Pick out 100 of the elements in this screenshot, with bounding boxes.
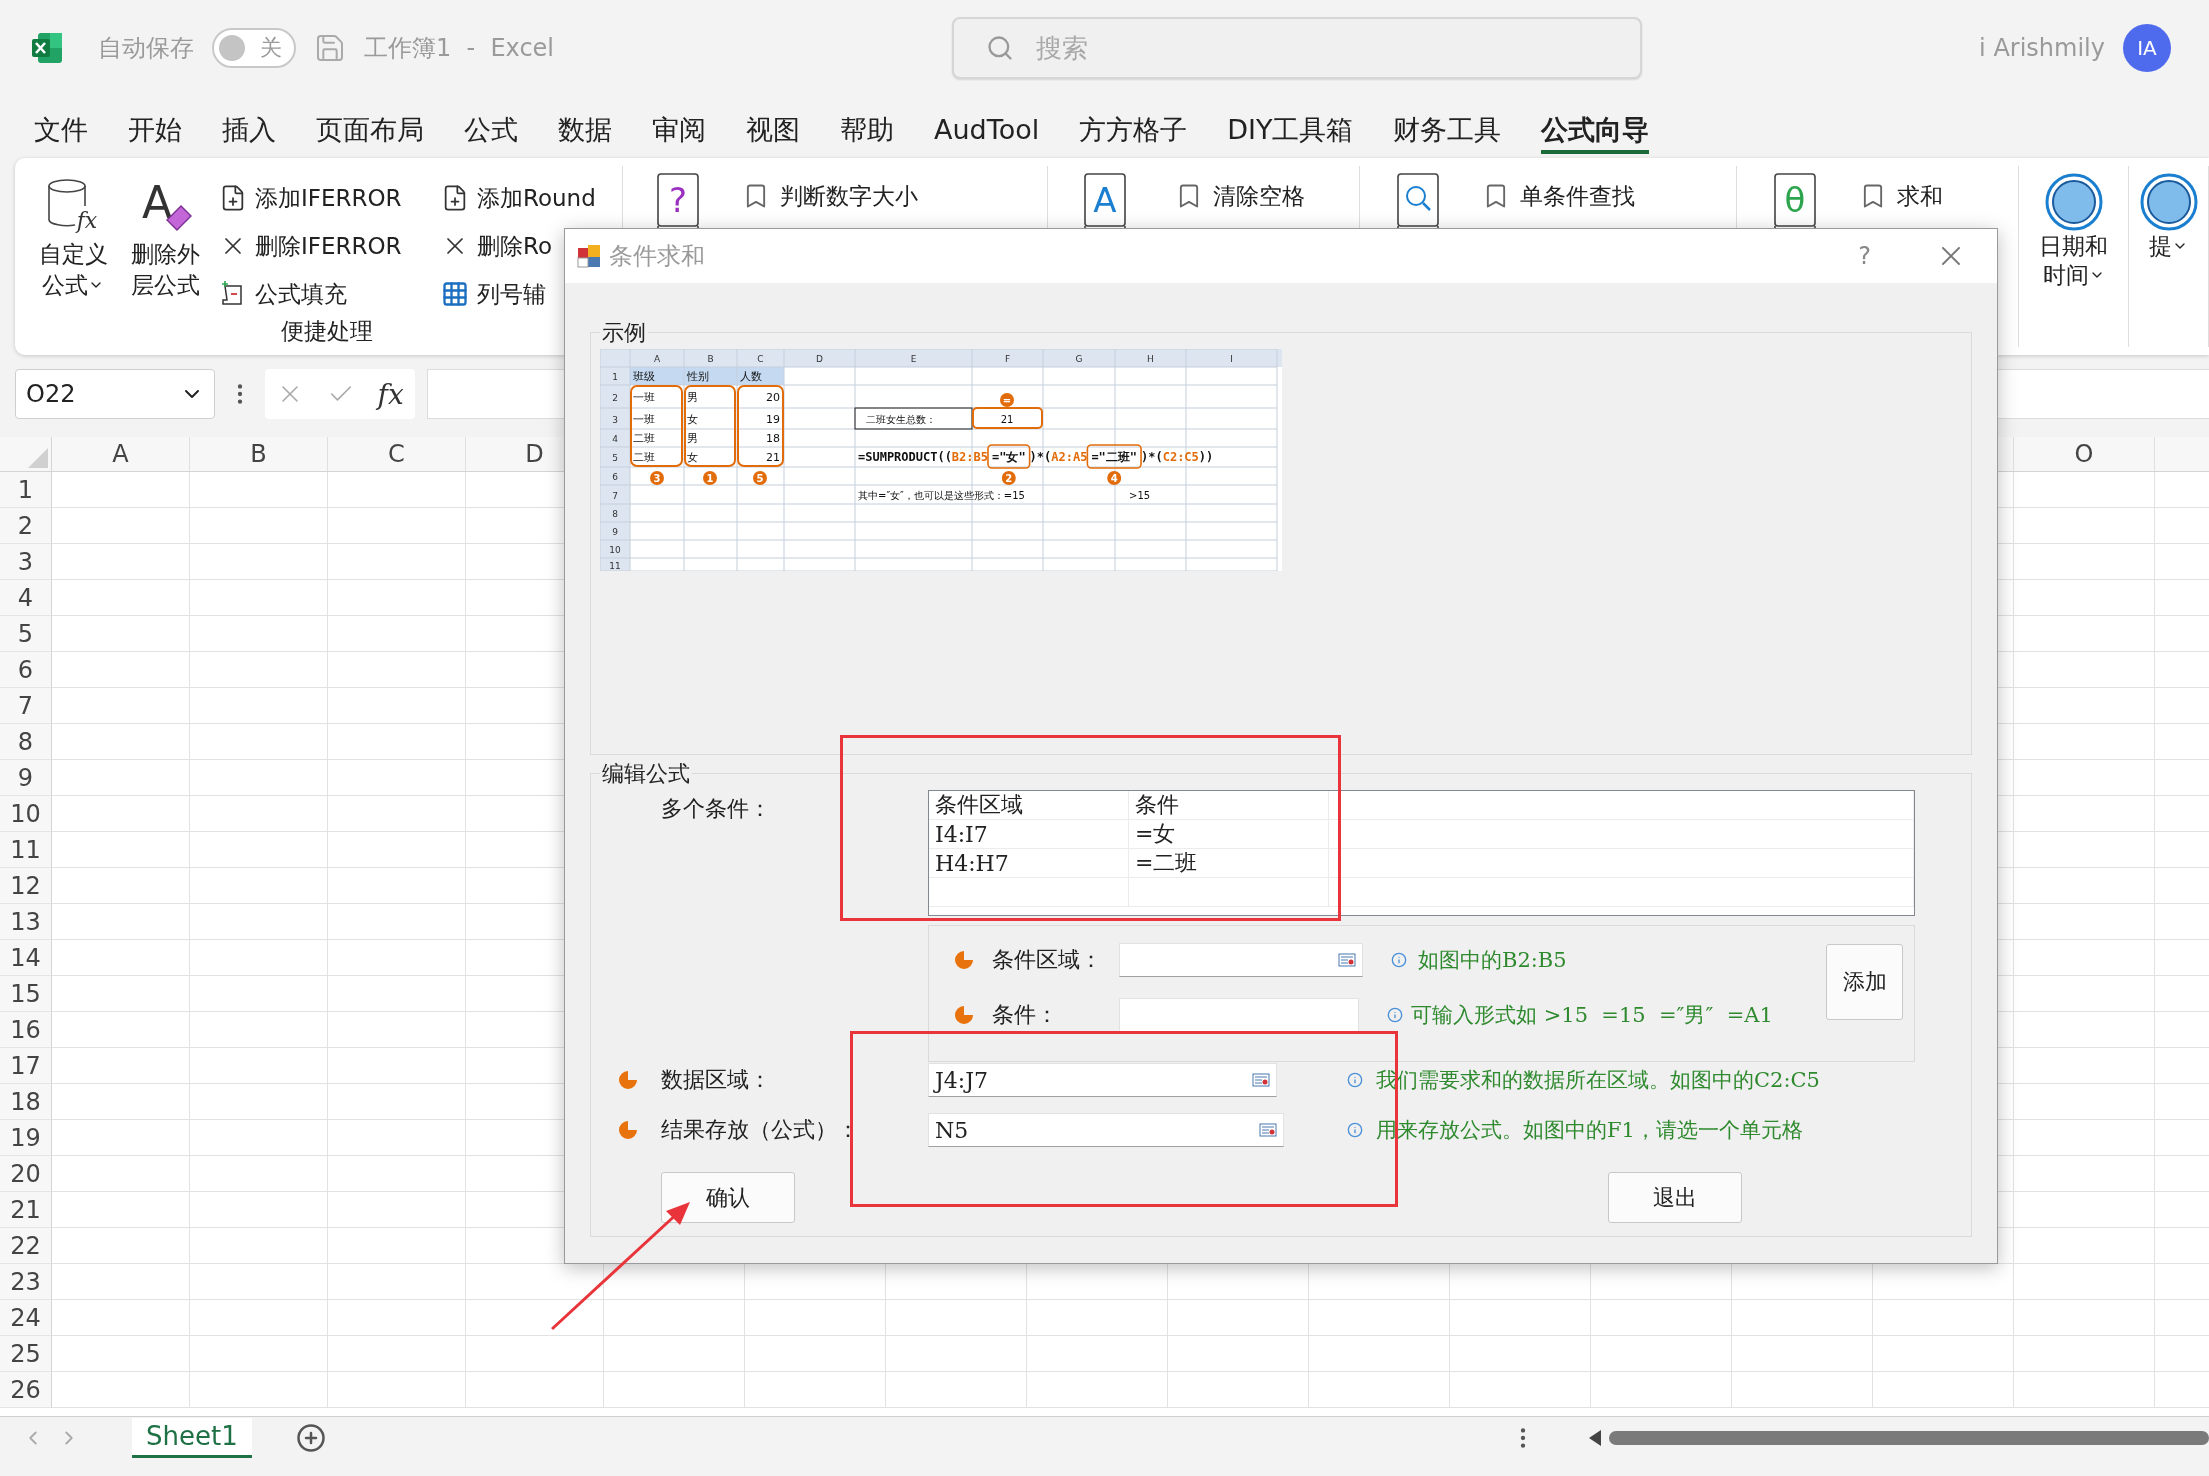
grid-cell[interactable] — [1027, 1300, 1168, 1336]
grid-cell[interactable] — [190, 724, 328, 760]
menu-tab[interactable]: 开始 — [128, 107, 182, 154]
ribbon-button[interactable]: 公式填充 — [219, 272, 433, 316]
grid-cell[interactable] — [1450, 1372, 1591, 1408]
row-header[interactable]: 3 — [0, 544, 52, 580]
grid-cell[interactable] — [2014, 1300, 2155, 1336]
grid-cell[interactable] — [52, 652, 190, 688]
grid-cell[interactable] — [52, 1048, 190, 1084]
grid-cell[interactable] — [2014, 976, 2155, 1012]
row-header[interactable]: 4 — [0, 580, 52, 616]
grid-cell[interactable] — [2014, 616, 2155, 652]
search-field[interactable]: 搜索 — [952, 16, 1642, 79]
grid-cell[interactable] — [2014, 1012, 2155, 1048]
grid-cell[interactable] — [2014, 652, 2155, 688]
grid-cell[interactable] — [190, 1156, 328, 1192]
condition-field[interactable] — [1119, 998, 1359, 1032]
grid-cell[interactable] — [466, 1336, 604, 1372]
grid-cell[interactable] — [2014, 1192, 2155, 1228]
row-header[interactable]: 7 — [0, 688, 52, 724]
ribbon-button[interactable]: 判断数字大小 — [742, 176, 918, 216]
row-header[interactable]: 12 — [0, 868, 52, 904]
grid-cell[interactable] — [2014, 544, 2155, 580]
menu-tab[interactable]: 公式向导 — [1541, 107, 1650, 154]
grid-cell[interactable] — [745, 1300, 886, 1336]
ribbon-button[interactable]: 添加IFERROR — [219, 176, 433, 220]
result-cell-field[interactable]: N5 — [928, 1113, 1284, 1147]
ribbon-button[interactable]: 列号辅 — [441, 272, 611, 316]
grid-cell[interactable] — [886, 1336, 1027, 1372]
grid-cell[interactable] — [2014, 724, 2155, 760]
menu-tab[interactable]: 审阅 — [652, 107, 706, 154]
insert-function-button[interactable]: fx — [377, 377, 404, 411]
grid-cell[interactable] — [52, 688, 190, 724]
name-box[interactable]: O22 — [15, 369, 215, 419]
row-header[interactable]: 16 — [0, 1012, 52, 1048]
grid-cell[interactable] — [1591, 1372, 1732, 1408]
scroll-thumb[interactable] — [1609, 1430, 2209, 1445]
row-header[interactable]: 1 — [0, 472, 52, 508]
ribbon-button[interactable]: 单条件查找 — [1482, 176, 1635, 216]
grid-cell[interactable] — [1450, 1300, 1591, 1336]
grid-cell[interactable] — [2014, 760, 2155, 796]
grid-cell[interactable] — [52, 472, 190, 508]
grid-cell[interactable] — [52, 544, 190, 580]
grid-cell[interactable] — [886, 1300, 1027, 1336]
conditions-list[interactable]: 条件区域 条件 I4:I7 =女 H4:H7 =二班 — [928, 790, 1915, 916]
grid-cell[interactable] — [328, 1156, 466, 1192]
ribbon-button[interactable]: 删除IFERROR — [219, 224, 433, 268]
grid-cell[interactable] — [52, 832, 190, 868]
grid-cell[interactable] — [190, 472, 328, 508]
grid-cell[interactable] — [328, 1336, 466, 1372]
grid-cell[interactable] — [745, 1372, 886, 1408]
grid-cell[interactable] — [52, 760, 190, 796]
ribbon-button[interactable]: 删除Ro — [441, 224, 611, 268]
grid-cell[interactable] — [604, 1300, 745, 1336]
grid-cell[interactable] — [328, 580, 466, 616]
menu-tab[interactable]: 文件 — [34, 107, 88, 154]
row-header[interactable]: 2 — [0, 508, 52, 544]
grid-cell[interactable] — [2014, 508, 2155, 544]
row-header[interactable]: 17 — [0, 1048, 52, 1084]
sheet-tab[interactable]: Sheet1 — [132, 1417, 252, 1458]
avatar[interactable]: IA — [2123, 23, 2171, 72]
grid-cell[interactable] — [1309, 1336, 1450, 1372]
grid-cell[interactable] — [1591, 1300, 1732, 1336]
grid-cell[interactable] — [2014, 472, 2155, 508]
grid-cell[interactable] — [604, 1372, 745, 1408]
custom-formula-button[interactable]: fx 自定义 公式 — [31, 176, 115, 316]
grid-cell[interactable] — [190, 940, 328, 976]
menu-tab[interactable]: 帮助 — [840, 107, 894, 154]
row-header[interactable]: 11 — [0, 832, 52, 868]
row-header[interactable]: 23 — [0, 1264, 52, 1300]
range-picker-icon[interactable] — [1338, 953, 1356, 967]
grid-cell[interactable] — [328, 1372, 466, 1408]
grid-cell[interactable] — [1591, 1336, 1732, 1372]
grid-cell[interactable] — [2014, 1372, 2155, 1408]
row-header[interactable]: 6 — [0, 652, 52, 688]
row-header[interactable]: 22 — [0, 1228, 52, 1264]
grid-cell[interactable] — [328, 1120, 466, 1156]
menu-tab[interactable]: 视图 — [746, 107, 800, 154]
ribbon-button[interactable]: 添加Round — [441, 176, 611, 220]
grid-cell[interactable] — [52, 1192, 190, 1228]
add-button[interactable]: 添加 — [1826, 944, 1903, 1020]
grid-cell[interactable] — [2014, 1228, 2155, 1264]
grid-cell[interactable] — [2014, 832, 2155, 868]
grid-cell[interactable] — [2014, 1120, 2155, 1156]
grid-cell[interactable] — [52, 1264, 190, 1300]
grid-cell[interactable] — [1309, 1372, 1450, 1408]
grid-cell[interactable] — [745, 1336, 886, 1372]
grid-cell[interactable] — [1168, 1300, 1309, 1336]
row-header[interactable]: 21 — [0, 1192, 52, 1228]
grid-cell[interactable] — [52, 508, 190, 544]
add-sheet-icon[interactable] — [295, 1422, 326, 1453]
grid-cell[interactable] — [52, 724, 190, 760]
grid-cell[interactable] — [1873, 1336, 2014, 1372]
grid-cell[interactable] — [2014, 1264, 2155, 1300]
grid-cell[interactable] — [2014, 1084, 2155, 1120]
grid-cell[interactable] — [328, 1012, 466, 1048]
grid-cell[interactable] — [328, 1048, 466, 1084]
grid-cell[interactable] — [52, 940, 190, 976]
row-header[interactable]: 24 — [0, 1300, 52, 1336]
row-header[interactable]: 20 — [0, 1156, 52, 1192]
